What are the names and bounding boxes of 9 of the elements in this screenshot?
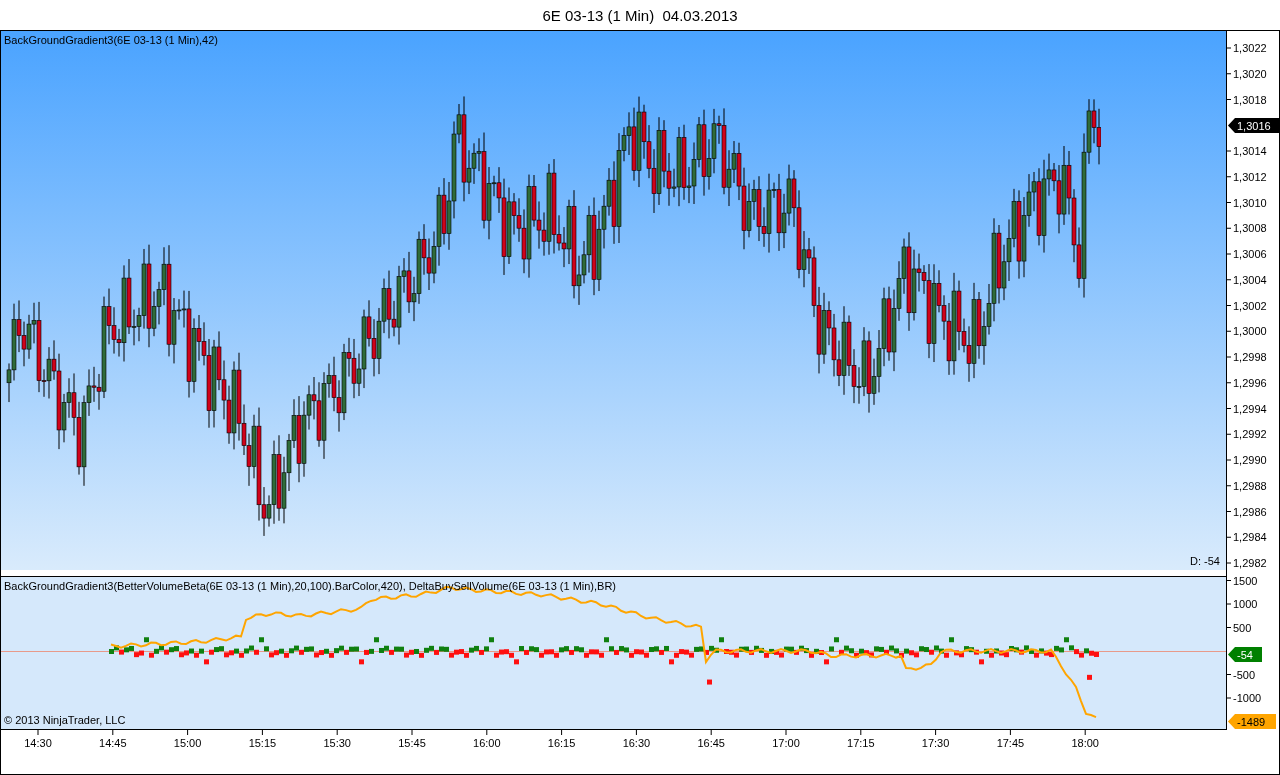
copyright-text: © 2013 NinjaTrader, LLC [4,714,126,726]
indicator-label: BackGroundGradient3(6E 03-13 (1 Min),42) [4,34,218,46]
chart-title: 6E 03-13 (1 Min) 04.03.2013 [542,6,738,24]
value-tag: -54 [1228,646,1263,662]
last-price-tag: 1,3016 [1228,118,1280,134]
time-axis: 14:30 14:45 15:00 15:15 15:30 15:45 16:00 16:15 16:30 16:45 17:00 17:15 17:30 17:45 18:00 [1,730,1227,760]
indicator-label: BackGroundGradient3(BetterVolumeBeta(6E 03-13 (1 Min),20,100).BarColor,420), DeltaBuySellVolume(6E 03-13 (1 Min),BR) [4,580,617,592]
delta-readout: D: -54 [1190,555,1220,567]
value-tag: -1489 [1228,713,1277,729]
